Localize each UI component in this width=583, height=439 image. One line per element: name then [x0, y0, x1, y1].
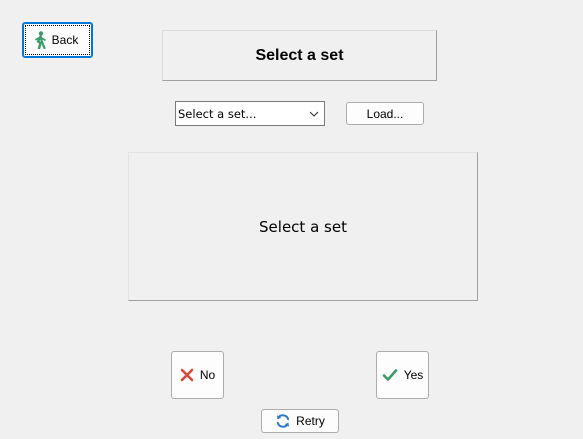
chevron-down-icon: [309, 109, 319, 119]
close-icon: [180, 368, 194, 382]
yes-button[interactable]: Yes: [376, 351, 429, 399]
no-button[interactable]: No: [171, 351, 224, 399]
retry-label: Retry: [296, 414, 325, 428]
yes-label: Yes: [403, 368, 424, 382]
walking-person-icon: [33, 31, 47, 49]
set-select-value: Select a set...: [178, 106, 257, 121]
load-button[interactable]: Load...: [346, 102, 424, 125]
back-button[interactable]: Back: [22, 22, 93, 58]
checkmark-icon: [382, 368, 398, 382]
no-label: No: [199, 368, 216, 382]
back-label: Back: [51, 33, 79, 47]
set-display-panel: Select a set: [128, 152, 478, 301]
refresh-icon: [275, 413, 291, 429]
retry-button[interactable]: Retry: [261, 409, 339, 433]
set-select-dropdown[interactable]: Select a set...: [175, 101, 325, 126]
page-title: Select a set: [162, 30, 437, 81]
